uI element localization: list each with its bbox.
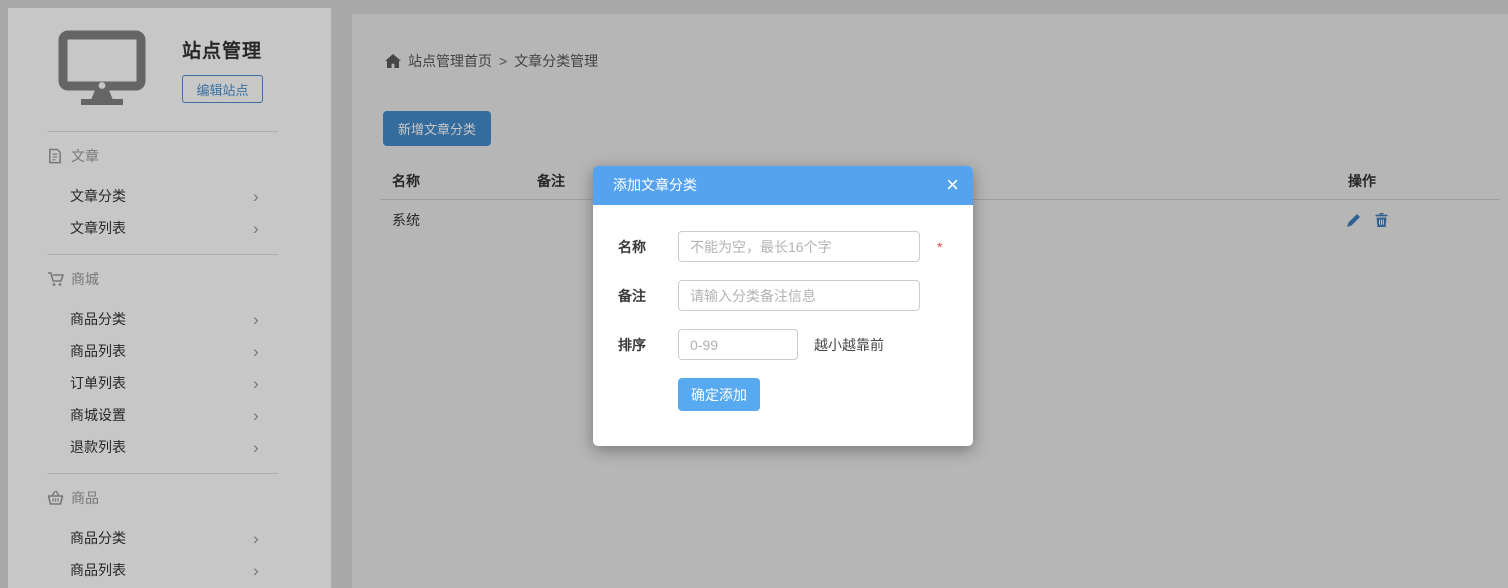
page: 站点管理 编辑站点 文章 文章分类 › 文章列表 ›	[0, 0, 1508, 588]
modal-header: 添加文章分类 ×	[593, 166, 973, 205]
confirm-add-button[interactable]: 确定添加	[678, 378, 760, 411]
add-article-category-modal: 添加文章分类 × 名称 * 备注 排序 越小越靠前 确定添加	[593, 166, 973, 446]
sort-input[interactable]	[678, 329, 798, 360]
sort-field-label: 排序	[618, 335, 678, 355]
form-row-note: 备注	[618, 280, 973, 311]
sort-hint: 越小越靠前	[814, 335, 884, 355]
close-icon[interactable]: ×	[946, 166, 959, 203]
modal-body: 名称 * 备注 排序 越小越靠前 确定添加	[593, 205, 973, 411]
name-field-label: 名称	[618, 237, 678, 257]
note-field-label: 备注	[618, 286, 678, 306]
name-input[interactable]	[678, 231, 920, 262]
note-input[interactable]	[678, 280, 920, 311]
form-row-name: 名称 *	[618, 231, 973, 262]
form-row-sort: 排序 越小越靠前	[618, 329, 973, 360]
modal-title: 添加文章分类	[613, 166, 697, 205]
required-asterisk: *	[937, 239, 942, 255]
